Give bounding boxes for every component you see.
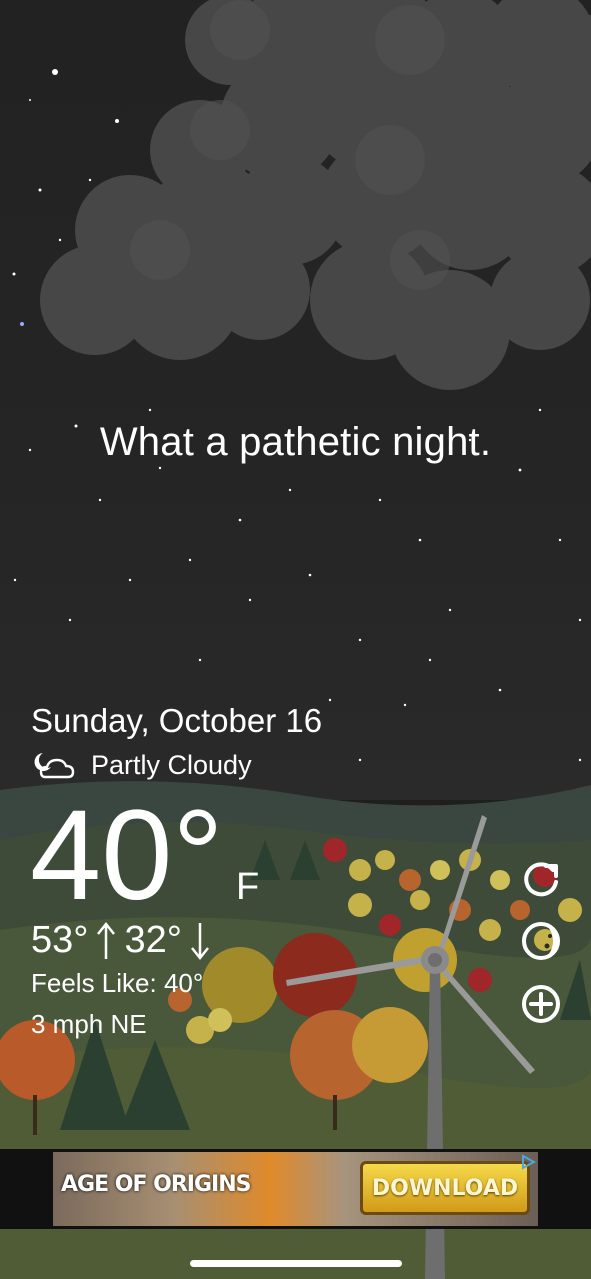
ad-download-button[interactable]: DOWNLOAD [360, 1161, 530, 1215]
condition-row: Partly Cloudy [31, 749, 252, 781]
feels-like-label: Feels Like: 40° [31, 968, 204, 998]
ad-title: AGE OF ORIGINS [61, 1172, 251, 1197]
add-icon[interactable] [520, 983, 562, 1025]
high-temperature: 53° [31, 919, 89, 961]
arrow-down-icon [190, 922, 209, 960]
high-low-row: 53° 32° [31, 919, 218, 962]
refresh-icon[interactable] [520, 858, 562, 900]
weather-tagline: What a pathetic night. [99, 420, 492, 464]
home-indicator[interactable] [190, 1260, 402, 1267]
low-temperature: 32° [124, 919, 182, 961]
partly-cloudy-night-icon [34, 753, 75, 779]
temperature-unit: F [236, 866, 260, 908]
date-label: Sunday, October 16 [31, 702, 323, 739]
moon-icon[interactable] [520, 920, 562, 962]
wind-label: 3 mph NE [31, 1009, 147, 1039]
arrow-up-icon [97, 921, 116, 959]
condition-text: Partly Cloudy [91, 749, 252, 780]
current-temperature: 40° [30, 784, 224, 927]
ad-choices-icon[interactable] [520, 1154, 536, 1170]
autumn-landscape-decoration [0, 781, 591, 1279]
ad-banner[interactable]: AGE OF ORIGINS DOWNLOAD [53, 1152, 538, 1226]
